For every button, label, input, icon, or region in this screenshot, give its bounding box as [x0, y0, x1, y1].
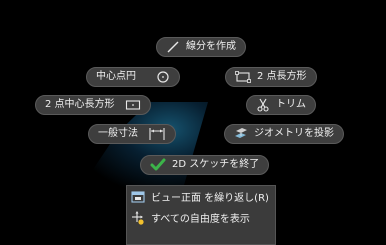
- trim-button[interactable]: トリム: [246, 95, 316, 115]
- view-face-icon: [131, 190, 145, 204]
- dimension-label: 一般寸法: [98, 128, 138, 139]
- center-rectangle-button[interactable]: 2 点中心長方形: [35, 95, 151, 115]
- show-all-dof-label: すべての自由度を表示: [151, 214, 250, 225]
- project-geometry-icon: [234, 127, 248, 141]
- context-menu: ビュー正面 を繰り返し(R) すべての自由度を表示: [126, 185, 276, 245]
- dimension-button[interactable]: 一般寸法: [88, 124, 176, 144]
- degrees-of-freedom-icon: [131, 210, 145, 225]
- two-point-rectangle-label: 2 点長方形: [257, 71, 307, 82]
- line-button[interactable]: 線分を作成: [156, 37, 246, 57]
- two-point-rectangle-icon: [235, 71, 251, 83]
- marking-menu-direction-indicator: [78, 102, 208, 192]
- line-label: 線分を作成: [186, 41, 236, 52]
- checkmark-icon: [150, 158, 166, 172]
- show-all-dof-menu-item[interactable]: すべての自由度を表示: [127, 207, 275, 228]
- repeat-view-face-label: ビュー正面 を繰り返し(R): [151, 193, 269, 204]
- center-circle-button[interactable]: 中心点円: [86, 67, 180, 87]
- finish-sketch-button[interactable]: 2D スケッチを終了: [140, 155, 270, 175]
- finish-sketch-label: 2D スケッチを終了: [172, 159, 260, 170]
- trim-label: トリム: [276, 99, 306, 110]
- scissors-icon: [256, 98, 270, 112]
- two-point-rectangle-button[interactable]: 2 点長方形: [225, 67, 317, 87]
- center-rectangle-label: 2 点中心長方形: [45, 99, 115, 110]
- center-circle-label: 中心点円: [96, 71, 136, 82]
- line-icon: [166, 40, 180, 54]
- project-geometry-button[interactable]: ジオメトリを投影: [224, 124, 344, 144]
- center-circle-icon: [156, 70, 170, 84]
- center-rectangle-icon: [125, 99, 141, 111]
- repeat-view-face-menu-item[interactable]: ビュー正面 を繰り返し(R): [127, 186, 275, 207]
- project-geometry-label: ジオメトリを投影: [254, 128, 334, 139]
- dimension-icon: [148, 127, 166, 141]
